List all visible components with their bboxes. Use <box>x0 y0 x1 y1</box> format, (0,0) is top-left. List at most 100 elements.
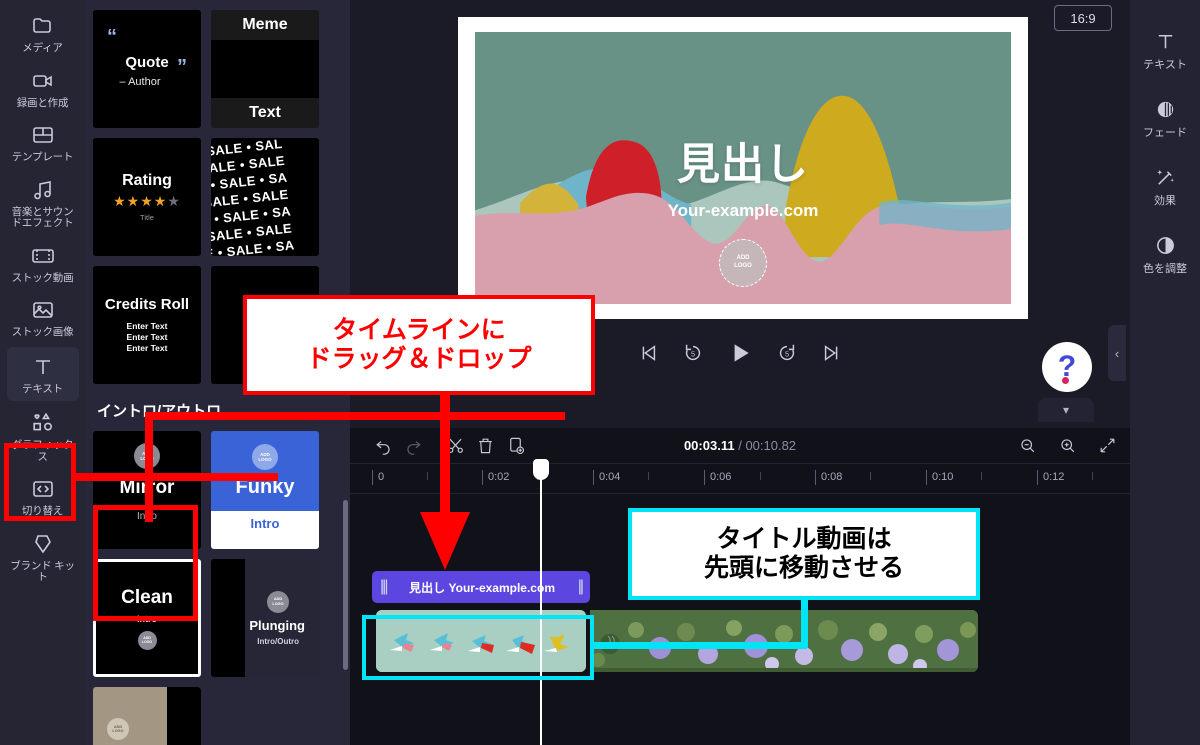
video-clip-hydrangea[interactable] <box>590 610 978 672</box>
clip-thumbnail <box>590 610 978 672</box>
timeline-toolbar: 00:03.11 / 00:10.82 <box>350 428 1130 464</box>
effects-wand-icon <box>1152 164 1178 190</box>
template-subtitle: Intro/Outro <box>257 636 299 646</box>
sidebar-item-label: テンプレート <box>11 151 74 163</box>
canvas-heading[interactable]: 見出し <box>475 130 1011 192</box>
right-item-label: テキスト <box>1143 59 1187 71</box>
sale-template-card[interactable]: LE • SALE • SAL E • SALE • SALE ALE • SA… <box>211 138 319 256</box>
preview-canvas[interactable]: 見出し Your-example.com ADD LOGO <box>475 32 1011 304</box>
funky-template-card[interactable]: ADD LOGO Funky Intro <box>211 431 319 549</box>
template-subtitle: Title <box>140 213 154 222</box>
undo-button[interactable] <box>368 431 398 461</box>
play-button[interactable] <box>727 340 753 366</box>
clip-left-handle[interactable]: ||| <box>376 578 390 596</box>
delete-button[interactable] <box>470 431 500 461</box>
template-subtitle: Intro <box>211 511 319 549</box>
templates-grid-icon <box>30 122 56 148</box>
text-t-icon <box>1152 28 1178 54</box>
template-panel-scrollbar[interactable] <box>343 500 348 670</box>
right-item-label: 色を調整 <box>1143 263 1187 275</box>
skip-to-start-button[interactable] <box>637 342 659 364</box>
ruler-tick: 0:02 <box>482 470 509 485</box>
zoom-in-button[interactable] <box>1052 431 1082 461</box>
stock-image-icon <box>30 297 56 323</box>
annotation-connector <box>145 412 153 522</box>
sidebar-item-label: ブランド キット <box>10 559 75 583</box>
canvas-url[interactable]: Your-example.com <box>475 201 1011 221</box>
sidebar-item-media[interactable]: メディア <box>7 6 79 61</box>
right-item-label: フェード <box>1143 127 1187 139</box>
highlight-text-sidebar <box>4 443 76 521</box>
credits-line: Enter Text <box>126 321 168 331</box>
annotation-connector <box>801 598 808 648</box>
meme-top-text: Meme <box>211 10 319 40</box>
right-item-color-adjust[interactable]: 色を調整 <box>1134 222 1196 290</box>
move-to-head-callout: タイトル動画は 先頭に移動させる <box>628 508 980 600</box>
callout-line: ドラッグ＆ドロップ <box>306 345 532 373</box>
sidebar-item-record[interactable]: 録画と作成 <box>7 61 79 116</box>
sidebar-item-text[interactable]: テキスト <box>6 346 79 401</box>
forward-5-button[interactable]: 5 <box>776 342 798 364</box>
sidebar-item-templates[interactable]: テンプレート <box>7 115 79 170</box>
sidebar-item-label: テキスト <box>22 382 63 395</box>
panel-collapse-chevron-down[interactable]: ▾ <box>1038 398 1094 422</box>
clip-label: 見出し Your-example.com <box>409 580 555 595</box>
timeline-ruler[interactable]: 0 0:02 0:04 0:06 0:08 0:10 0:12 <box>350 464 1130 494</box>
quote-close-icon: ” <box>177 56 187 78</box>
sidebar-item-stock-image[interactable]: ストック画像 <box>7 290 79 345</box>
rating-stars: ★★★★★ <box>113 193 181 209</box>
template-title: Quote <box>125 54 169 71</box>
plunging-tan-template-card[interactable]: ADDLOGO Plunging Intro/Outro <box>93 687 201 745</box>
help-notification-dot <box>1062 377 1069 384</box>
color-adjust-icon <box>1152 232 1178 258</box>
add-clip-button[interactable] <box>500 431 530 461</box>
annotation-arrow-head <box>420 512 470 570</box>
playhead-handle[interactable] <box>533 459 549 480</box>
sidebar-item-label: ストック動画 <box>11 271 74 284</box>
rating-template-card[interactable]: Rating ★★★★★ Title <box>93 138 201 256</box>
sidebar-item-label: 録画と作成 <box>16 96 69 109</box>
clip-right-handle[interactable]: || <box>574 578 586 596</box>
annotation-connector <box>72 473 278 481</box>
template-subtitle: – Author <box>119 76 161 88</box>
zoom-out-button[interactable] <box>1012 431 1042 461</box>
template-card[interactable] <box>211 687 319 745</box>
fit-timeline-button[interactable] <box>1092 431 1122 461</box>
annotation-arrow-stem <box>440 395 450 520</box>
quote-template-card[interactable]: “ ” Quote – Author <box>93 10 201 128</box>
template-title: Credits Roll <box>104 296 190 313</box>
right-item-effects[interactable]: 効果 <box>1134 154 1196 222</box>
right-item-text[interactable]: テキスト <box>1134 18 1196 86</box>
add-logo-badge: ADDLOGO <box>107 718 129 740</box>
title-text-clip[interactable]: ||| 見出し Your-example.com || <box>372 571 590 603</box>
rewind-5-button[interactable]: 5 <box>682 342 704 364</box>
ruler-tick: 0:04 <box>593 470 620 485</box>
sidebar-item-label: 音楽とサウンドエフェクト <box>11 205 74 229</box>
plunging-dark-template-card[interactable]: ADD LOGO Plunging Intro/Outro <box>211 559 319 677</box>
credits-roll-template-card[interactable]: Credits Roll Enter Text Enter Text Enter… <box>93 266 201 384</box>
sidebar-item-music[interactable]: 音楽とサウンドエフェクト <box>7 170 79 236</box>
right-item-fade[interactable]: フェード <box>1134 86 1196 154</box>
aspect-ratio-badge[interactable]: 16:9 <box>1054 5 1112 31</box>
ruler-minor-tick <box>760 472 761 480</box>
right-panel-collapse-button[interactable]: ‹ <box>1108 325 1126 381</box>
skip-to-end-button[interactable] <box>821 342 843 364</box>
highlight-first-video-clip <box>362 615 594 680</box>
music-note-icon <box>30 177 56 203</box>
ruler-tick: 0:06 <box>704 470 731 485</box>
canvas-add-logo-placeholder[interactable]: ADD LOGO <box>719 238 767 287</box>
record-camera-icon <box>30 68 56 94</box>
ruler-minor-tick <box>648 472 649 480</box>
add-logo-badge: ADDLOGO <box>252 444 278 470</box>
credits-lines: Enter Text Enter Text Enter Text <box>127 321 168 354</box>
sale-text-block: LE • SALE • SAL E • SALE • SALE ALE • SA… <box>211 138 296 256</box>
ruler-tick: 0 <box>372 470 384 485</box>
sidebar-item-brand-kit[interactable]: ブランド キット <box>7 524 79 590</box>
left-sidebar: メディア 録画と作成 テンプレート 音楽とサウンドエフェクト ストック動画 スト… <box>0 0 85 745</box>
meme-template-card[interactable]: Meme Text <box>211 10 319 128</box>
sidebar-item-label: メディア <box>22 42 63 54</box>
help-button[interactable]: ? <box>1042 342 1092 392</box>
sidebar-item-stock-video[interactable]: ストック動画 <box>7 236 79 291</box>
redo-button[interactable] <box>398 431 428 461</box>
credits-line: Enter Text <box>126 343 168 353</box>
